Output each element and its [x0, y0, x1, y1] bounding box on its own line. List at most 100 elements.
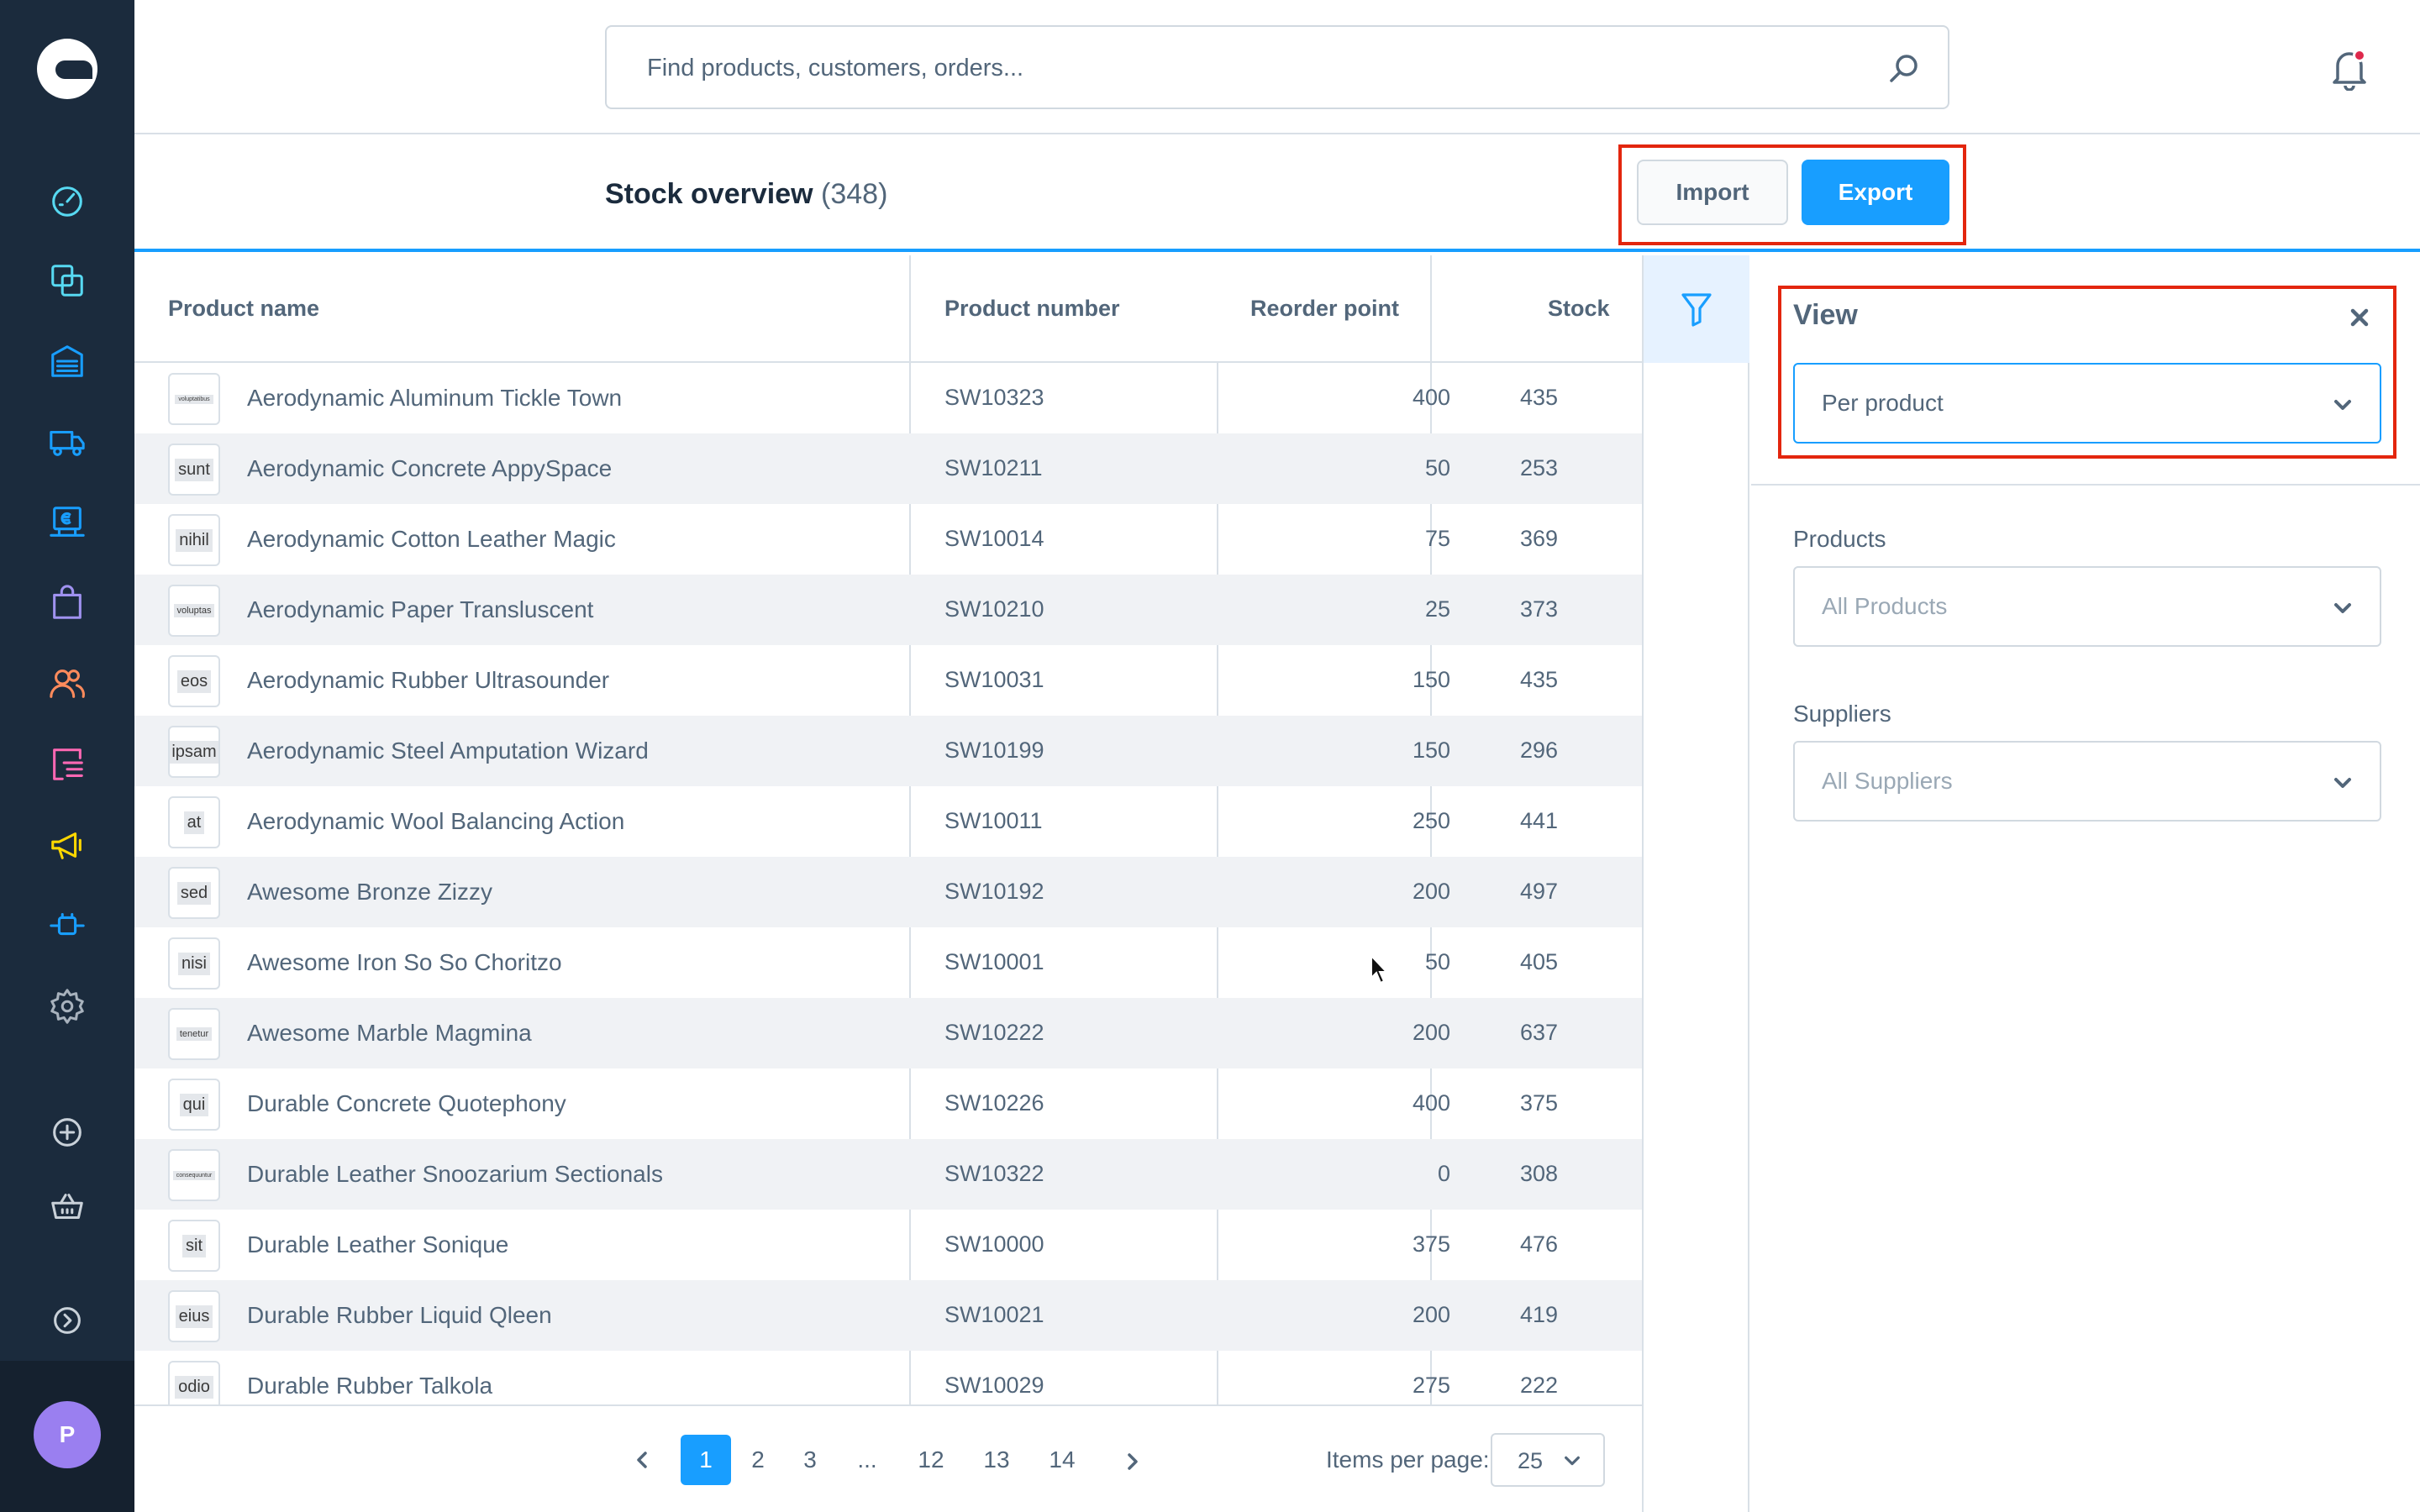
table-row[interactable]: voluptatibus Aerodynamic Aluminum Tickle … [134, 363, 1642, 433]
suppliers-select[interactable]: All Suppliers [1793, 741, 2381, 822]
shopware-logo[interactable] [37, 39, 97, 99]
table-row[interactable]: eos Aerodynamic Rubber Ultrasounder SW1003… [134, 645, 1642, 716]
avatar[interactable]: P [34, 1401, 101, 1468]
stock-grid: Product name Product number Reorder poin… [134, 255, 1642, 1404]
stock-value[interactable]: 435 [1390, 385, 1558, 411]
items-per-page-select[interactable]: 25 [1491, 1433, 1605, 1487]
page-button[interactable]: 13 [971, 1435, 1022, 1485]
table-row[interactable]: sit Durable Leather Sonique SW10000 375 476 [134, 1210, 1642, 1280]
table-row[interactable]: nisi Awesome Iron So So Choritzo SW10001 50… [134, 927, 1642, 998]
grid-header: Product name Product number Reorder poin… [134, 255, 1642, 363]
sidebar: P [0, 0, 134, 1512]
table-row[interactable]: sunt Aerodynamic Concrete AppySpace SW1021… [134, 433, 1642, 504]
page-button[interactable]: 1 [681, 1435, 731, 1485]
import-button[interactable]: Import [1637, 160, 1788, 225]
content-icon[interactable] [45, 743, 89, 786]
page-button[interactable]: 3 [785, 1435, 835, 1485]
notification-badge [2353, 49, 2366, 62]
stock-value[interactable]: 373 [1390, 596, 1558, 622]
stock-value[interactable]: 476 [1390, 1231, 1558, 1257]
stock-value[interactable]: 497 [1390, 879, 1558, 905]
table-row[interactable]: tenetur Awesome Marble Magmina SW10222 200 6… [134, 998, 1642, 1068]
search-input[interactable] [647, 45, 1865, 91]
sidebar-toggle-column [1642, 255, 1749, 1512]
reorder-cell: 50 [134, 927, 1529, 998]
table-row[interactable]: sed Awesome Bronze Zizzy SW10192 200 497 [134, 857, 1642, 927]
stock-value[interactable]: 308 [1390, 1161, 1558, 1187]
reorder-cell: 150 [134, 716, 1529, 786]
page-button[interactable]: 2 [733, 1435, 783, 1485]
reorder-cell: 200 [134, 857, 1529, 927]
settings-icon[interactable] [45, 984, 89, 1028]
mouse-cursor-icon [1370, 954, 1389, 984]
table-row[interactable]: consequuntur Durable Leather Snoozarium S… [134, 1139, 1642, 1210]
page-title-text: Stock overview [605, 178, 813, 210]
stock-value[interactable]: 296 [1390, 738, 1558, 764]
reorder-cell: 25 [134, 575, 1529, 645]
export-button[interactable]: Export [1802, 160, 1949, 225]
marketing-icon[interactable] [45, 823, 89, 867]
basket-icon[interactable] [45, 1186, 89, 1230]
reorder-cell: 200 [134, 1280, 1529, 1351]
next-page-icon[interactable] [1123, 1452, 1143, 1472]
stock-value[interactable]: 441 [1390, 808, 1558, 834]
column-header-product-name[interactable]: Product name [168, 296, 319, 322]
table-row[interactable]: nihil Aerodynamic Cotton Leather Magic SW1… [134, 504, 1642, 575]
add-icon[interactable] [45, 1110, 89, 1154]
reorder-cell: 75 [134, 504, 1529, 575]
reorder-cell: 250 [134, 786, 1529, 857]
reorder-cell: 400 [134, 1068, 1529, 1139]
page-button[interactable]: 14 [1037, 1435, 1087, 1485]
pos-icon[interactable] [45, 501, 89, 544]
page-ellipsis: ... [857, 1446, 877, 1473]
filter-icon [1681, 293, 1712, 327]
suppliers-label: Suppliers [1793, 701, 1891, 727]
filter-tab[interactable] [1644, 255, 1749, 363]
close-icon[interactable] [2348, 306, 2371, 329]
previous-page-icon[interactable] [632, 1450, 652, 1470]
suppliers-select-value: All Suppliers [1822, 768, 1953, 794]
page-button[interactable]: 12 [906, 1435, 956, 1485]
shipping-icon[interactable] [45, 420, 89, 464]
table-row[interactable]: qui Durable Concrete Quotephony SW10226 400… [134, 1068, 1642, 1139]
column-header-product-number[interactable]: Product number [944, 296, 1120, 322]
products-label: Products [1793, 526, 1886, 552]
table-row[interactable]: at Aerodynamic Wool Balancing Action SW100… [134, 786, 1642, 857]
catalogue-icon[interactable] [45, 259, 89, 302]
customers-icon[interactable] [45, 662, 89, 706]
table-row[interactable]: odio Durable Rubber Talkola SW10029 275 222 [134, 1351, 1642, 1404]
table-row[interactable]: ipsam Aerodynamic Steel Amputation Wizard… [134, 716, 1642, 786]
chevron-down-icon [2334, 603, 2351, 613]
stock-value[interactable]: 435 [1390, 667, 1558, 693]
stock-value[interactable]: 253 [1390, 455, 1558, 481]
sidebar-panel: View Per product Products All Products S… [1751, 255, 2420, 1512]
panel-divider [1751, 484, 2420, 486]
search-box [605, 25, 1949, 109]
reorder-cell: 0 [134, 1139, 1529, 1210]
table-row[interactable]: eius Durable Rubber Liquid Qleen SW10021 20… [134, 1280, 1642, 1351]
table-row[interactable]: voluptas Aerodynamic Paper Transluscent SW… [134, 575, 1642, 645]
stock-value[interactable]: 405 [1390, 949, 1558, 975]
stock-value[interactable]: 419 [1390, 1302, 1558, 1328]
view-select[interactable]: Per product [1793, 363, 2381, 444]
reorder-cell: 50 [134, 433, 1529, 504]
chevron-down-icon [2334, 778, 2351, 788]
collapse-icon[interactable] [45, 1299, 89, 1342]
panel-title: View [1793, 299, 1858, 331]
stock-value[interactable]: 637 [1390, 1020, 1558, 1046]
search-icon[interactable] [1887, 52, 1921, 86]
warehouse-icon[interactable] [45, 339, 89, 383]
items-per-page-label: Items per page: [1326, 1446, 1490, 1473]
page-title-count: (348) [821, 178, 888, 210]
column-header-stock[interactable]: Stock [1548, 296, 1610, 322]
products-select[interactable]: All Products [1793, 566, 2381, 647]
top-bar [134, 0, 2420, 134]
stock-value[interactable]: 369 [1390, 526, 1558, 552]
stock-value[interactable]: 222 [1390, 1373, 1558, 1399]
reorder-cell: 275 [134, 1351, 1529, 1404]
orders-icon[interactable] [45, 581, 89, 625]
extensions-icon[interactable] [45, 904, 89, 948]
stock-value[interactable]: 375 [1390, 1090, 1558, 1116]
column-header-reorder-point[interactable]: Reorder point [1250, 296, 1399, 322]
dashboard-icon[interactable] [45, 178, 89, 222]
